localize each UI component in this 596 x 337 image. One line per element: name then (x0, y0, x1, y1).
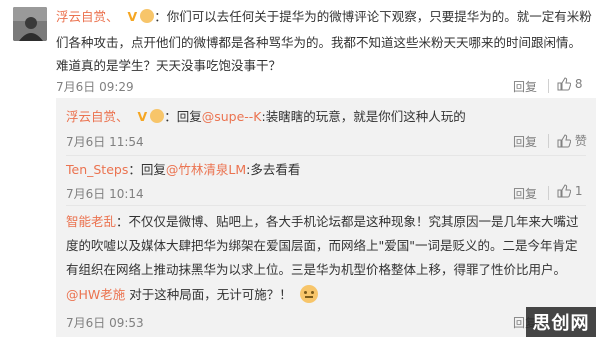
thumbs-up-icon (557, 184, 572, 198)
verified-v-icon: V (137, 109, 148, 124)
like-count: 8 (574, 77, 583, 91)
thumbs-up-icon (557, 134, 572, 148)
avatar[interactable] (13, 7, 47, 41)
like-button[interactable]: 赞 (557, 132, 587, 149)
reply-text: :装瞎瞎的玩意，就是你们这种人玩的 (261, 109, 466, 124)
reply-text-line-2: 度的吹嘘以及媒体大肆把华为绑架在爱国层面，而网络上"爱国"一词是贬义的。二是今年… (66, 238, 578, 253)
reply-mention-line: @HW老施 对于这种局面，无计可施？！ (66, 285, 318, 305)
avatar-image (13, 7, 47, 41)
reply-header: 浮云自赏、 V ：回复@supe--K:装瞎瞎的玩意，就是你们这种人玩的 (66, 107, 466, 127)
action-divider (548, 79, 549, 93)
emoji-icon (150, 109, 165, 123)
divider (66, 205, 586, 206)
reply-header: 智能老乱：不仅仅是微博、贴吧上，各大手机论坛都是这种现象！究其原因一是几年来大嘴… (66, 212, 579, 232)
divider (66, 155, 586, 156)
action-divider (548, 186, 549, 200)
reply-button[interactable]: 回复 (513, 78, 537, 95)
reply-username[interactable]: Ten_Steps (66, 162, 128, 177)
thumbs-up-icon (557, 77, 572, 91)
reply-username[interactable]: 智能老乱 (66, 214, 116, 229)
reply-text-line-1: 不仅仅是微博、贴吧上，各大手机论坛都是这种现象！究其原因一是几年来大嘴过 (128, 214, 579, 229)
reply-mention[interactable]: @supe--K (202, 109, 262, 124)
like-button[interactable]: 8 (557, 77, 582, 91)
like-button[interactable]: 1 (557, 184, 582, 198)
reply-mention[interactable]: @HW老施 (66, 287, 125, 302)
like-count: 1 (574, 184, 583, 198)
reply-username[interactable]: 浮云自赏、 (66, 109, 129, 124)
comment-header: 浮云自赏、 V ：你们可以去任何关于提华为的微博评论下观察，只要提华为的。就一定有… (56, 7, 592, 27)
reply-button[interactable]: 回复 (513, 133, 537, 150)
reply-header: Ten_Steps：回复@竹林清泉LM:多去看看 (66, 160, 300, 180)
reply-prefix: ：回复 (164, 109, 202, 124)
emoji-icon (140, 9, 155, 23)
reply-text: :多去看看 (246, 162, 301, 177)
comment-text-line-1: 你们可以去任何关于提华为的微博评论下观察，只要提华为的。就一定有米粉 (166, 9, 592, 24)
watermark-text: 思创网 (532, 313, 590, 334)
comment-separator: ： (154, 9, 167, 24)
reply-time: 7月6日 09:53 (66, 316, 144, 330)
reply-mention-text: 对于这种局面，无计可施？！ (129, 287, 292, 302)
like-label: 赞 (574, 134, 587, 148)
comment-text-line-3: 难道真的是学生？天天没事吃饱没事干？ (56, 58, 282, 73)
reply-time: 7月6日 11:54 (66, 135, 144, 149)
reply-prefix: ：回复 (128, 162, 166, 177)
comment-time: 7月6日 09:29 (56, 80, 134, 94)
reply-mention[interactable]: @竹林清泉LM (166, 162, 246, 177)
reply-button[interactable]: 回复 (513, 185, 537, 202)
reply-text-line-3: 有组织在网络上推动抹黑华为以求上位。三是华为机型价格整体上移，得罪了性价比用户。 (66, 262, 567, 277)
thinking-emoji-icon (299, 285, 318, 303)
watermark-logo: 思创网 (526, 307, 596, 337)
verified-v-icon: V (127, 9, 138, 24)
comment-username[interactable]: 浮云自赏、 (56, 9, 119, 24)
reply-separator: ： (116, 214, 129, 229)
reply-time: 7月6日 10:14 (66, 187, 144, 201)
comment-text-line-2: 们各种攻击，点开他们的微博都是各种骂华为的。我都不知道这些米粉天天哪来的时间跟闲… (56, 35, 582, 50)
action-divider (548, 134, 549, 148)
